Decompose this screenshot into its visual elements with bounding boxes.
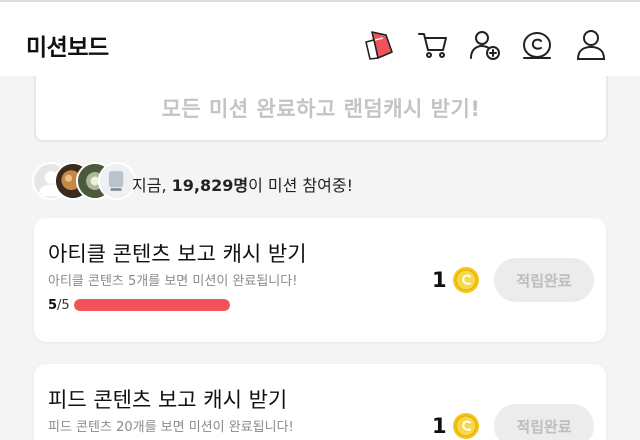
- mission-progress-bar: [74, 299, 230, 311]
- claim-complete-button[interactable]: 적립완료: [494, 258, 594, 302]
- participants-row: 지금, 19,829명이 미션 참여중!: [32, 160, 612, 204]
- mission-card-feed: 피드 콘텐츠 보고 캐시 받기 피드 콘텐츠 20개를 보면 미션이 완료됩니다…: [34, 364, 606, 440]
- banner-text: 모든 미션 완료하고 랜덤캐시 받기!: [161, 97, 481, 121]
- mission-ticket-icon[interactable]: [362, 28, 396, 62]
- page-title: 미션보드: [26, 35, 109, 61]
- mission-card-article: 아티클 콘텐츠 보고 캐시 받기 아티클 콘텐츠 5개를 보면 미션이 완료됩니…: [34, 218, 606, 342]
- participant-count: 19,829명: [171, 176, 249, 195]
- mission-title: 피드 콘텐츠 보고 캐시 받기: [48, 388, 288, 412]
- mission-desc: 아티클 콘텐츠 5개를 보면 미션이 완료됩니다!: [48, 274, 298, 289]
- reward-amount: 1: [432, 414, 447, 438]
- reward-amount: 1: [432, 268, 447, 292]
- cart-icon[interactable]: [416, 28, 450, 62]
- mission-desc: 피드 콘텐츠 20개를 보면 미션이 완료됩니다!: [48, 420, 294, 435]
- mission-progress-fill: [74, 299, 230, 311]
- random-cash-banner[interactable]: 모든 미션 완료하고 랜덤캐시 받기!: [34, 76, 608, 142]
- mission-title: 아티클 콘텐츠 보고 캐시 받기: [48, 242, 307, 266]
- cash-coin-icon[interactable]: [520, 28, 554, 62]
- profile-icon[interactable]: [574, 28, 608, 62]
- coin-icon: [452, 266, 480, 294]
- coin-icon: [452, 412, 480, 440]
- add-user-icon[interactable]: [468, 28, 502, 62]
- mission-progress-text: 5/5: [48, 298, 70, 313]
- claim-complete-button[interactable]: 적립완료: [494, 404, 594, 440]
- participants-text: 지금, 19,829명이 미션 참여중!: [132, 176, 353, 195]
- avatar: [98, 162, 136, 200]
- app-header: 미션보드: [0, 2, 640, 76]
